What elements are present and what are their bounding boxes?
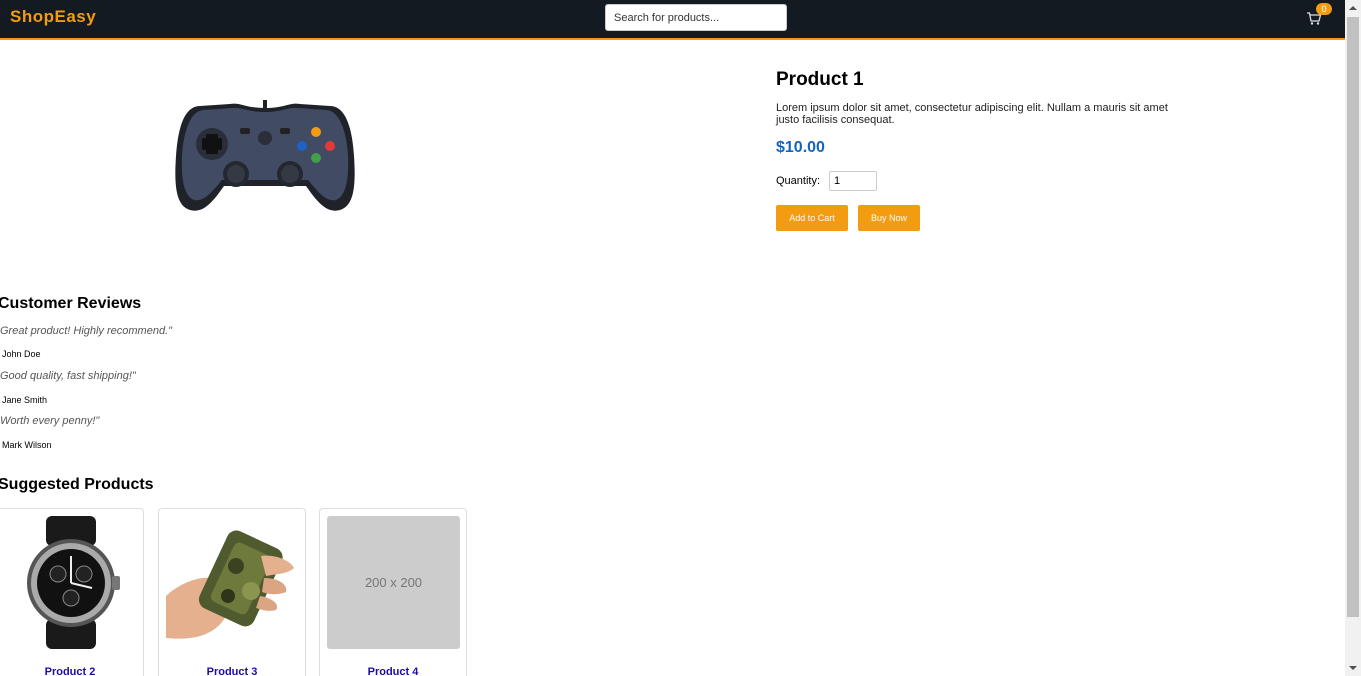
cart-count-badge: 0	[1316, 3, 1332, 15]
product-page: ShopEasy 0 Prod	[0, 0, 1361, 676]
gamepad-icon	[175, 100, 355, 211]
placeholder-image: 200 x 200	[327, 516, 460, 649]
scroll-down-arrow-icon[interactable]	[1345, 660, 1361, 676]
scroll-up-arrow-icon[interactable]	[1345, 0, 1361, 16]
product-description: Lorem ipsum dolor sit amet, consectetur …	[776, 102, 1168, 126]
reviews-heading: Customer Reviews	[0, 295, 142, 312]
buy-now-button[interactable]: Buy Now	[858, 205, 920, 231]
power-bank-icon	[166, 530, 294, 639]
quantity-input[interactable]	[829, 171, 877, 191]
vertical-scrollbar[interactable]	[1345, 0, 1361, 676]
suggested-product-card[interactable]: 200 x 200 Product 4	[319, 508, 467, 676]
add-to-cart-button[interactable]: Add to Cart	[776, 205, 848, 231]
suggested-product-name[interactable]: Product 3	[159, 666, 305, 676]
review-text: Great product! Highly recommend."	[0, 325, 173, 337]
suggested-product-card[interactable]: Product 2	[0, 508, 144, 676]
suggested-product-card[interactable]: Product 3	[158, 508, 306, 676]
suggested-heading: Suggested Products	[0, 476, 154, 493]
review-author: John Doe	[2, 349, 41, 359]
product-price: $10.00	[776, 139, 825, 156]
review-text: Worth every penny!"	[0, 415, 100, 427]
watch-icon	[27, 516, 120, 649]
site-logo[interactable]: ShopEasy	[10, 7, 96, 27]
search-input[interactable]	[605, 4, 787, 31]
scrollbar-thumb[interactable]	[1347, 17, 1359, 617]
review-author: Jane Smith	[2, 395, 48, 405]
product-title: Product 1	[776, 69, 864, 90]
suggested-product-name[interactable]: Product 4	[320, 666, 466, 676]
suggested-product-name[interactable]: Product 2	[0, 666, 143, 676]
review-text: Good quality, fast shipping!"	[0, 370, 136, 382]
product-image	[175, 100, 355, 211]
review-author: Mark Wilson	[2, 440, 52, 450]
top-nav-bar: ShopEasy 0	[0, 0, 1345, 40]
quantity-label: Quantity:	[776, 175, 821, 187]
